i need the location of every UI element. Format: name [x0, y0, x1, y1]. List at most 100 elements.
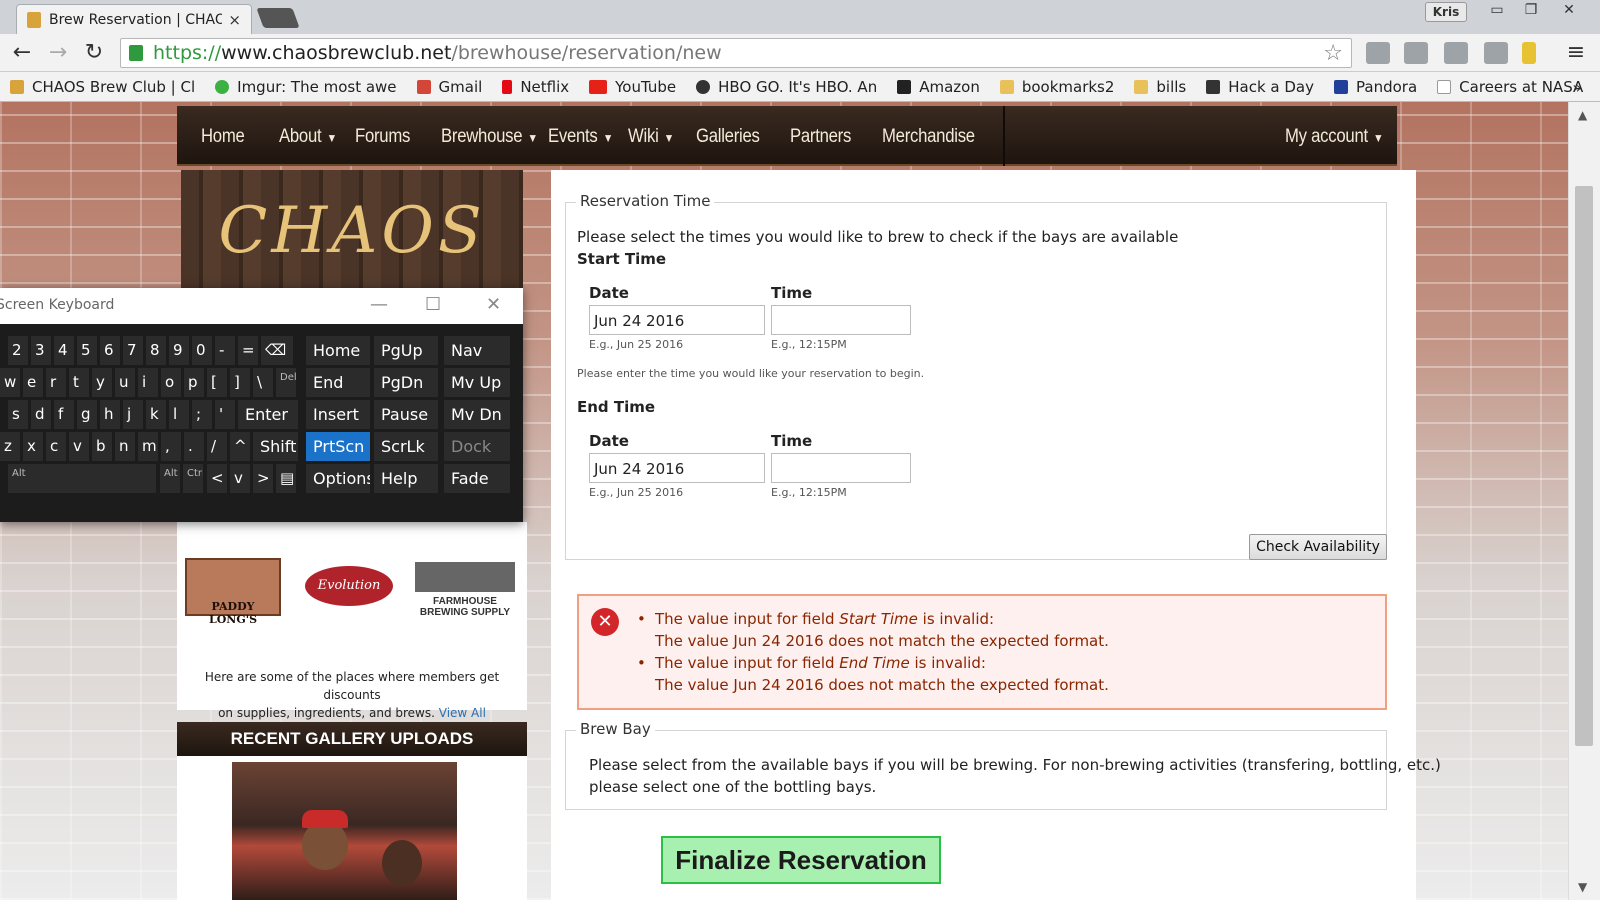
photo-extension-icon[interactable] — [1444, 42, 1468, 64]
key[interactable]: z — [0, 432, 20, 461]
key[interactable]: n — [115, 432, 135, 461]
mvdn-key[interactable]: Mv Dn — [444, 400, 510, 429]
key[interactable]: d — [31, 400, 51, 429]
right-arrow-key[interactable]: > — [253, 464, 273, 493]
key[interactable]: = — [238, 336, 258, 365]
key[interactable]: 2 — [8, 336, 28, 365]
options-key[interactable]: Options — [306, 464, 370, 493]
scrlk-key[interactable]: ScrLk — [374, 432, 438, 461]
key[interactable]: f — [54, 400, 74, 429]
keyboard-maximize-icon[interactable]: ☐ — [425, 294, 441, 315]
new-tab-button[interactable] — [256, 8, 300, 28]
view-all-link[interactable]: View All — [439, 706, 486, 720]
up-arrow-key[interactable]: ^ — [230, 432, 250, 461]
nav-merchandise[interactable]: Merchandise — [882, 126, 975, 148]
enter-key[interactable]: Enter — [238, 400, 298, 429]
incognito-extension-icon[interactable] — [1484, 42, 1508, 64]
cast-extension-icon[interactable] — [1404, 42, 1428, 64]
minimize-icon[interactable]: ▭ — [1478, 0, 1516, 22]
profile-badge[interactable]: Kris — [1425, 2, 1467, 22]
key[interactable]: v — [69, 432, 89, 461]
end-date-input[interactable]: Jun 24 2016 — [589, 453, 765, 483]
key[interactable]: 5 — [77, 336, 97, 365]
key[interactable]: 4 — [54, 336, 74, 365]
nav-my-account[interactable]: My account ▼ — [1285, 126, 1384, 148]
pgup-key[interactable]: PgUp — [374, 336, 438, 365]
nav-about[interactable]: About ▼ — [279, 126, 337, 148]
nav-wiki[interactable]: Wiki ▼ — [628, 126, 674, 148]
dock-key[interactable]: Dock — [444, 432, 510, 461]
bookmark-item[interactable]: Careers at NASA — [1437, 78, 1583, 96]
nav-forums[interactable]: Forums — [355, 126, 410, 148]
key[interactable]: [ — [207, 368, 227, 397]
bookmark-folder[interactable]: bills — [1134, 78, 1186, 96]
key[interactable]: ' — [215, 400, 235, 429]
keyboard-minimize-icon[interactable]: — — [370, 294, 388, 315]
window-close-icon[interactable]: ✕ — [1550, 0, 1588, 22]
down-arrow-key[interactable]: v — [230, 464, 250, 493]
page-extension-icon[interactable] — [1366, 42, 1390, 64]
check-availability-button[interactable]: Check Availability — [1249, 534, 1387, 560]
alt-key[interactable]: Alt — [160, 464, 180, 493]
key[interactable]: t — [69, 368, 89, 397]
key[interactable]: , — [161, 432, 181, 461]
nav-key[interactable]: Nav — [444, 336, 510, 365]
prtscn-key[interactable]: PrtScn — [306, 432, 370, 461]
key[interactable]: g — [77, 400, 97, 429]
bookmark-item[interactable]: Imgur: The most awe — [215, 78, 397, 96]
key[interactable]: k — [146, 400, 166, 429]
help-key[interactable]: Help — [374, 464, 438, 493]
key[interactable]: m — [138, 432, 158, 461]
bookmark-item[interactable]: Netflix — [502, 78, 569, 96]
start-date-input[interactable]: Jun 24 2016 — [589, 305, 765, 335]
key[interactable]: c — [46, 432, 66, 461]
finalize-reservation-button[interactable]: Finalize Reservation — [661, 836, 941, 884]
scroll-up-icon[interactable]: ▲ — [1578, 108, 1587, 122]
menu-icon[interactable]: ≡ — [1562, 39, 1590, 67]
key[interactable]: h — [100, 400, 120, 429]
key[interactable]: 3 — [31, 336, 51, 365]
restore-icon[interactable]: ❐ — [1512, 0, 1550, 22]
key[interactable]: - — [215, 336, 235, 365]
key[interactable]: j — [123, 400, 143, 429]
key[interactable]: r — [46, 368, 66, 397]
tab-close-icon[interactable]: × — [228, 11, 241, 29]
keyboard-titlebar[interactable]: Screen Keyboard — ☐ ✕ — [0, 288, 523, 324]
left-arrow-key[interactable]: < — [207, 464, 227, 493]
key[interactable]: u — [115, 368, 135, 397]
key[interactable]: ] — [230, 368, 250, 397]
back-arrow-icon[interactable]: ← — [8, 39, 36, 67]
key[interactable]: p — [184, 368, 204, 397]
bookmark-item[interactable]: Pandora — [1334, 78, 1417, 96]
bookmark-star-icon[interactable]: ☆ — [1323, 41, 1343, 66]
partner-logo-evolution[interactable]: Evolution — [305, 566, 393, 606]
backspace-key[interactable]: ⌫ — [261, 336, 293, 365]
nav-galleries[interactable]: Galleries — [696, 126, 760, 148]
nav-partners[interactable]: Partners — [790, 126, 851, 148]
end-key[interactable]: End — [306, 368, 370, 397]
page-scrollbar[interactable]: ▲ ▼ — [1568, 102, 1600, 900]
shift-key[interactable]: Shift — [253, 432, 298, 461]
keyboard-close-icon[interactable]: ✕ — [486, 294, 501, 315]
mvup-key[interactable]: Mv Up — [444, 368, 510, 397]
key[interactable]: ; — [192, 400, 212, 429]
key[interactable]: x — [23, 432, 43, 461]
scrollbar-thumb[interactable] — [1575, 186, 1593, 746]
key[interactable]: w — [0, 368, 20, 397]
partner-logo-paddy-longs[interactable]: PADDY LONG'S — [185, 558, 281, 626]
key[interactable]: e — [23, 368, 43, 397]
key[interactable]: 9 — [169, 336, 189, 365]
forward-arrow-icon[interactable]: → — [44, 39, 72, 67]
gallery-photo[interactable] — [232, 762, 457, 900]
insert-key[interactable]: Insert — [306, 400, 370, 429]
key[interactable]: \ — [253, 368, 273, 397]
bookmark-item[interactable]: HBO GO. It's HBO. An — [696, 78, 877, 96]
reload-icon[interactable]: ↻ — [80, 39, 108, 67]
chaos-logo[interactable]: CHAOS — [181, 170, 523, 292]
start-time-input[interactable] — [771, 305, 911, 335]
key[interactable]: i — [138, 368, 158, 397]
ctrl-key[interactable]: Ctrl — [183, 464, 203, 493]
nav-events[interactable]: Events ▼ — [548, 126, 613, 148]
bookmark-folder[interactable]: bookmarks2 — [999, 78, 1114, 96]
address-bar[interactable]: https:// www.chaosbrewclub.net /brewhous… — [120, 38, 1352, 68]
